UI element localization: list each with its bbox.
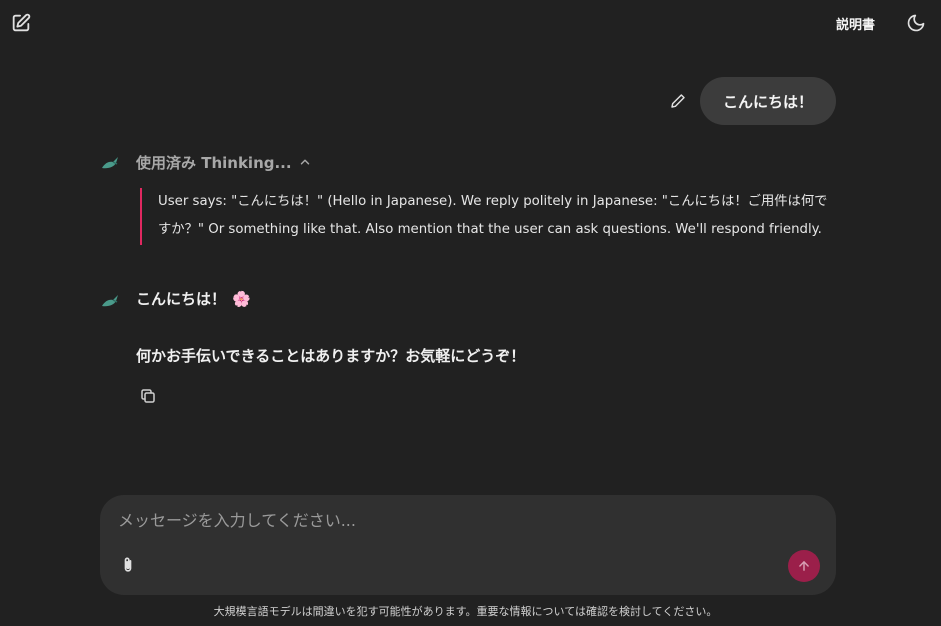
assistant-reply-question: 何かお手伝いできることはありますか？お気軽にどうぞ！ (136, 347, 526, 365)
thinking-label: 使用済み Thinking... (136, 153, 292, 172)
message-input[interactable] (116, 505, 816, 535)
send-button[interactable] (788, 550, 820, 582)
user-message-row: こんにちは！ (0, 77, 941, 125)
arrow-up-icon (799, 561, 809, 571)
new-chat-button[interactable] (10, 12, 32, 34)
assistant-reply-text: こんにちは！ (136, 290, 227, 308)
cherry-blossom-emoji: 🌸 (232, 289, 251, 308)
thinking-toggle[interactable]: 使用済み Thinking... (136, 151, 312, 173)
user-message-bubble: こんにちは！ (700, 77, 836, 125)
edit-square-icon (12, 13, 31, 32)
assistant-avatar (99, 151, 121, 173)
disclaimer-text: 大規模言語モデルは間違いを犯す可能性があります。重要な情報については確認を検討し… (213, 605, 718, 618)
thinking-content: User says: "こんにちは！" (Hello in Japanese).… (140, 188, 840, 245)
bird-logo-icon (102, 157, 118, 169)
edit-message-button[interactable] (670, 93, 686, 109)
top-bar: 説明書 (0, 0, 941, 46)
attach-file-button[interactable] (118, 554, 138, 576)
pencil-icon (671, 94, 685, 108)
moon-icon (907, 14, 925, 32)
theme-toggle-button[interactable] (906, 13, 926, 33)
paperclip-icon (124, 557, 132, 572)
manual-link[interactable]: 説明書 (836, 14, 875, 33)
bird-logo-icon (102, 295, 118, 307)
copy-icon (141, 389, 155, 403)
message-composer (100, 495, 836, 595)
chevron-up-icon (300, 159, 309, 165)
assistant-avatar (99, 289, 121, 311)
copy-button[interactable] (139, 387, 157, 405)
assistant-reply-greeting: こんにちは！ 🌸 (136, 288, 251, 309)
